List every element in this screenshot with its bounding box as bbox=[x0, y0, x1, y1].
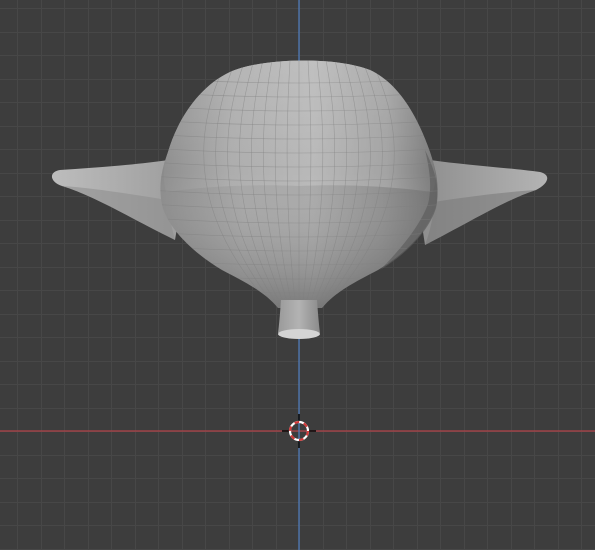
spout-opening bbox=[278, 329, 320, 339]
viewport-canvas[interactable] bbox=[0, 0, 595, 550]
3d-viewport[interactable] bbox=[0, 0, 595, 550]
sculpted-mesh[interactable] bbox=[51, 60, 548, 339]
mesh-spout bbox=[278, 300, 320, 333]
